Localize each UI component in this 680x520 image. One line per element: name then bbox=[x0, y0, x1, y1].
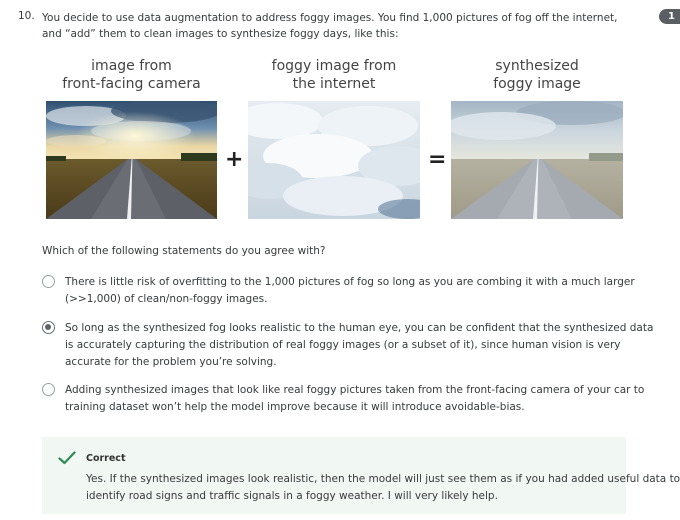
road-camera-image bbox=[46, 101, 217, 219]
feedback-text: Yes. If the synthesized images look real… bbox=[86, 473, 680, 502]
feedback-panel: Correct Yes. If the synthesized images l… bbox=[42, 437, 680, 514]
question-prompt: Which of the following statements do you… bbox=[42, 245, 326, 257]
radio-button-1[interactable] bbox=[42, 275, 55, 288]
answer-option-2-text: So long as the synthesized fog looks rea… bbox=[65, 322, 654, 368]
question-number: 10. bbox=[18, 10, 35, 22]
answer-option-3-text: Adding synthesized images that look like… bbox=[65, 384, 645, 413]
caption-synthesized-image: synthesized foggy image bbox=[493, 58, 581, 92]
equals-sign: = bbox=[428, 147, 447, 172]
radio-button-3[interactable] bbox=[42, 383, 55, 396]
synthesized-foggy-image bbox=[451, 101, 623, 219]
question-text: You decide to use data augmentation to a… bbox=[42, 12, 618, 40]
answer-option-1-text: There is little risk of overfitting to t… bbox=[65, 276, 635, 305]
fog-image bbox=[248, 101, 420, 219]
checkmark-icon bbox=[58, 450, 76, 469]
caption-camera-image: image from front-facing camera bbox=[62, 58, 201, 92]
plus-sign: + bbox=[225, 147, 244, 172]
points-badge: 1 bbox=[659, 9, 680, 24]
radio-button-2-selected[interactable] bbox=[42, 321, 55, 334]
feedback-status: Correct bbox=[86, 453, 126, 464]
caption-fog-image: foggy image from the internet bbox=[271, 58, 397, 92]
